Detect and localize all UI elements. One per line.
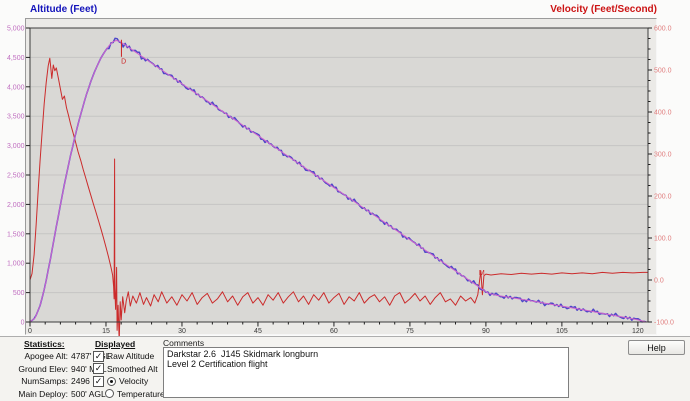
svg-text:45: 45	[254, 328, 262, 335]
svg-text:1,000: 1,000	[7, 261, 25, 268]
stat-label: Apogee Alt:	[6, 350, 68, 363]
svg-text:2,000: 2,000	[7, 202, 25, 209]
temperature-toggle[interactable]: Temperature	[93, 388, 163, 401]
svg-text:500: 500	[13, 290, 25, 297]
svg-text:120: 120	[632, 328, 644, 335]
svg-text:1,500: 1,500	[7, 231, 25, 238]
velocity-label: Velocity	[119, 375, 148, 388]
stat-label: NumSamps:	[6, 375, 68, 388]
temperature-label: Temperature	[117, 388, 165, 401]
svg-text:2,500: 2,500	[7, 173, 25, 180]
svg-text:0: 0	[21, 320, 25, 327]
stat-value: 2496	[71, 375, 90, 388]
svg-text:200.0: 200.0	[654, 194, 672, 201]
svg-text:75: 75	[406, 328, 414, 335]
velocity-radio[interactable]	[107, 377, 116, 386]
svg-text:M: M	[479, 270, 485, 277]
svg-text:5,000: 5,000	[7, 26, 25, 33]
svg-text:60: 60	[330, 328, 338, 335]
svg-text:15: 15	[102, 328, 110, 335]
svg-text:4,500: 4,500	[7, 55, 25, 62]
displayed-section: Displayed ✓ Raw Altitude ✓ Smoothed Alt …	[93, 339, 163, 400]
comments-textarea[interactable]: Darkstar 2.6 J145 Skidmark longburn Leve…	[163, 347, 569, 398]
svg-text:4,000: 4,000	[7, 84, 25, 91]
svg-text:3,500: 3,500	[7, 114, 25, 121]
svg-text:3,000: 3,000	[7, 143, 25, 150]
help-button[interactable]: Help	[628, 340, 685, 355]
flight-chart: D M 0 500 1,000 1,500 2,000 2,500 3,000 3,500 4,00…	[0, 0, 690, 336]
svg-text:100.0: 100.0	[654, 236, 672, 243]
svg-text:90: 90	[482, 328, 490, 335]
velocity-toggle[interactable]: ✓ Velocity	[93, 375, 163, 388]
bottom-panel: Statistics: Apogee Alt: 4787' AGL Ground…	[0, 336, 690, 401]
velocity-checkbox[interactable]: ✓	[93, 376, 104, 387]
temperature-radio[interactable]	[105, 389, 114, 398]
svg-text:0: 0	[28, 328, 32, 335]
displayed-heading: Displayed	[95, 339, 163, 349]
svg-text:600.0: 600.0	[654, 26, 672, 33]
svg-text:0.0: 0.0	[654, 278, 664, 285]
smoothed-alt-checkbox[interactable]: ✓	[93, 363, 104, 374]
raw-altitude-checkbox[interactable]: ✓	[93, 351, 104, 362]
svg-text:-100.0: -100.0	[654, 320, 674, 327]
smoothed-alt-label: Smoothed Alt	[107, 363, 158, 376]
svg-text:105: 105	[556, 328, 568, 335]
raw-altitude-label: Raw Altitude	[107, 350, 154, 363]
raw-altitude-toggle[interactable]: ✓ Raw Altitude	[93, 350, 163, 363]
svg-text:500.0: 500.0	[654, 68, 672, 75]
stat-label: Main Deploy:	[6, 388, 68, 401]
svg-text:D: D	[121, 58, 126, 65]
svg-text:400.0: 400.0	[654, 110, 672, 117]
svg-text:30: 30	[178, 328, 186, 335]
stat-label: Ground Elev:	[6, 363, 68, 376]
svg-text:300.0: 300.0	[654, 152, 672, 159]
smoothed-alt-toggle[interactable]: ✓ Smoothed Alt	[93, 363, 163, 376]
